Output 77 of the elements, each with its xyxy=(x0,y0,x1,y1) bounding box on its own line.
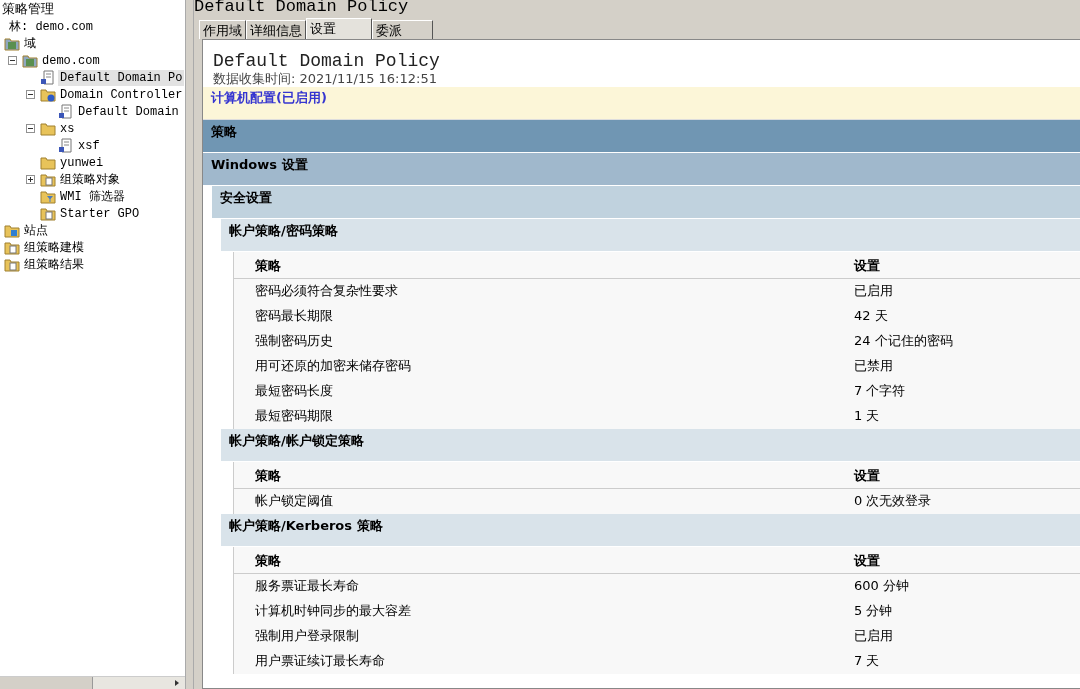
folder-icon xyxy=(40,189,56,204)
tree-item[interactable]: 域 xyxy=(22,35,38,52)
folder-icon xyxy=(4,36,20,51)
scroll-right-icon[interactable] xyxy=(173,679,181,687)
table-cell-text: 密码最长期限 xyxy=(254,307,334,325)
tree-item[interactable]: Default Domain Po xyxy=(58,69,185,86)
tree-title: 策略管理 xyxy=(1,0,55,18)
table-cell-text: 24 个记住的密码 xyxy=(854,332,954,350)
tab[interactable]: 作用域 xyxy=(199,20,246,39)
expand-toggle-icon[interactable] xyxy=(26,124,35,133)
table-cell-text: 1 天 xyxy=(854,407,881,425)
table-cell-text: 600 分钟 xyxy=(854,577,910,595)
section-header[interactable]: 帐户策略/帐户锁定策略 xyxy=(221,429,1080,462)
column-header: 策略 xyxy=(254,552,282,570)
tree-item[interactable]: 站点 xyxy=(22,222,50,239)
folder-icon xyxy=(40,121,56,136)
tree-item[interactable]: xsf xyxy=(76,137,102,154)
table-cell-text: 已禁用 xyxy=(854,357,894,375)
folder-icon xyxy=(40,155,56,170)
table-cell-text: 强制密码历史 xyxy=(254,332,334,350)
expand-toggle-icon[interactable] xyxy=(8,56,17,65)
section-header[interactable]: 策略 xyxy=(203,120,1080,153)
column-header: 设置 xyxy=(854,467,881,485)
collection-time: 数据收集时间: 2021/11/15 16:12:51 xyxy=(212,71,438,87)
folder-icon xyxy=(4,223,20,238)
column-header: 策略 xyxy=(254,257,282,275)
tree-item[interactable]: xs xyxy=(58,120,77,137)
folder-icon xyxy=(40,206,56,221)
table-cell-text: 服务票证最长寿命 xyxy=(254,577,360,595)
report-title: Default Domain Policy xyxy=(212,50,441,71)
section-header[interactable]: Windows 设置 xyxy=(203,153,1080,186)
section-header[interactable]: 安全设置 xyxy=(212,186,1080,219)
section-header[interactable]: 帐户策略/密码策略 xyxy=(221,219,1080,252)
tab[interactable]: 详细信息 xyxy=(246,20,306,39)
folder-icon xyxy=(22,53,38,68)
expand-toggle-icon[interactable] xyxy=(26,175,35,184)
column-header: 设置 xyxy=(854,257,881,275)
tab[interactable]: 设置 xyxy=(306,18,372,39)
table-cell-text: 7 个字符 xyxy=(854,382,907,400)
tree-item[interactable]: 林: demo.com xyxy=(7,18,95,35)
folder-icon xyxy=(40,172,56,187)
document-icon xyxy=(40,70,56,85)
table-cell-text: 用户票证续订最长寿命 xyxy=(254,652,386,670)
tab[interactable]: 委派 xyxy=(372,20,433,39)
table-cell-text: 强制用户登录限制 xyxy=(254,627,360,645)
table-cell-text: 帐户锁定阈值 xyxy=(254,492,334,510)
expand-toggle-icon[interactable] xyxy=(26,90,35,99)
document-icon xyxy=(58,104,74,119)
tree-item[interactable]: Default Domain xyxy=(76,103,181,120)
table-cell-text: 5 分钟 xyxy=(854,602,894,620)
table-cell-text: 7 天 xyxy=(854,652,881,670)
table-cell-text: 0 次无效登录 xyxy=(854,492,933,510)
document-icon xyxy=(58,138,74,153)
table-cell-text: 最短密码期限 xyxy=(254,407,334,425)
tree-item[interactable]: demo.com xyxy=(40,52,102,69)
column-header: 设置 xyxy=(854,552,881,570)
horizontal-scrollbar[interactable] xyxy=(0,676,185,689)
table-cell-text: 密码必须符合复杂性要求 xyxy=(254,282,399,300)
table-cell-text: 最短密码长度 xyxy=(254,382,334,400)
folder-icon xyxy=(4,257,20,272)
tree-item[interactable]: 组策略结果 xyxy=(22,256,86,273)
tree-item[interactable]: Starter GPO xyxy=(58,205,142,222)
section-header[interactable]: 帐户策略/Kerberos 策略 xyxy=(221,514,1080,547)
tree-item[interactable]: 组策略建模 xyxy=(22,239,86,256)
tree-item[interactable]: 组策略对象 xyxy=(58,171,122,188)
folder-icon xyxy=(40,87,56,102)
table-cell-text: 计算机时钟同步的最大容差 xyxy=(254,602,412,620)
table-cell-text: 已启用 xyxy=(854,282,894,300)
folder-icon xyxy=(4,240,20,255)
table-cell-text: 用可还原的加密来储存密码 xyxy=(254,357,412,375)
tree-item[interactable]: WMI 筛选器 xyxy=(58,188,127,205)
column-header: 策略 xyxy=(254,467,282,485)
table-cell-text: 42 天 xyxy=(854,307,889,325)
tree-item[interactable]: yunwei xyxy=(58,154,106,171)
config-header[interactable]: 计算机配置(已启用) xyxy=(203,87,1080,120)
tree-item[interactable]: Domain Controller xyxy=(58,86,185,103)
table-cell-text: 已启用 xyxy=(854,627,894,645)
